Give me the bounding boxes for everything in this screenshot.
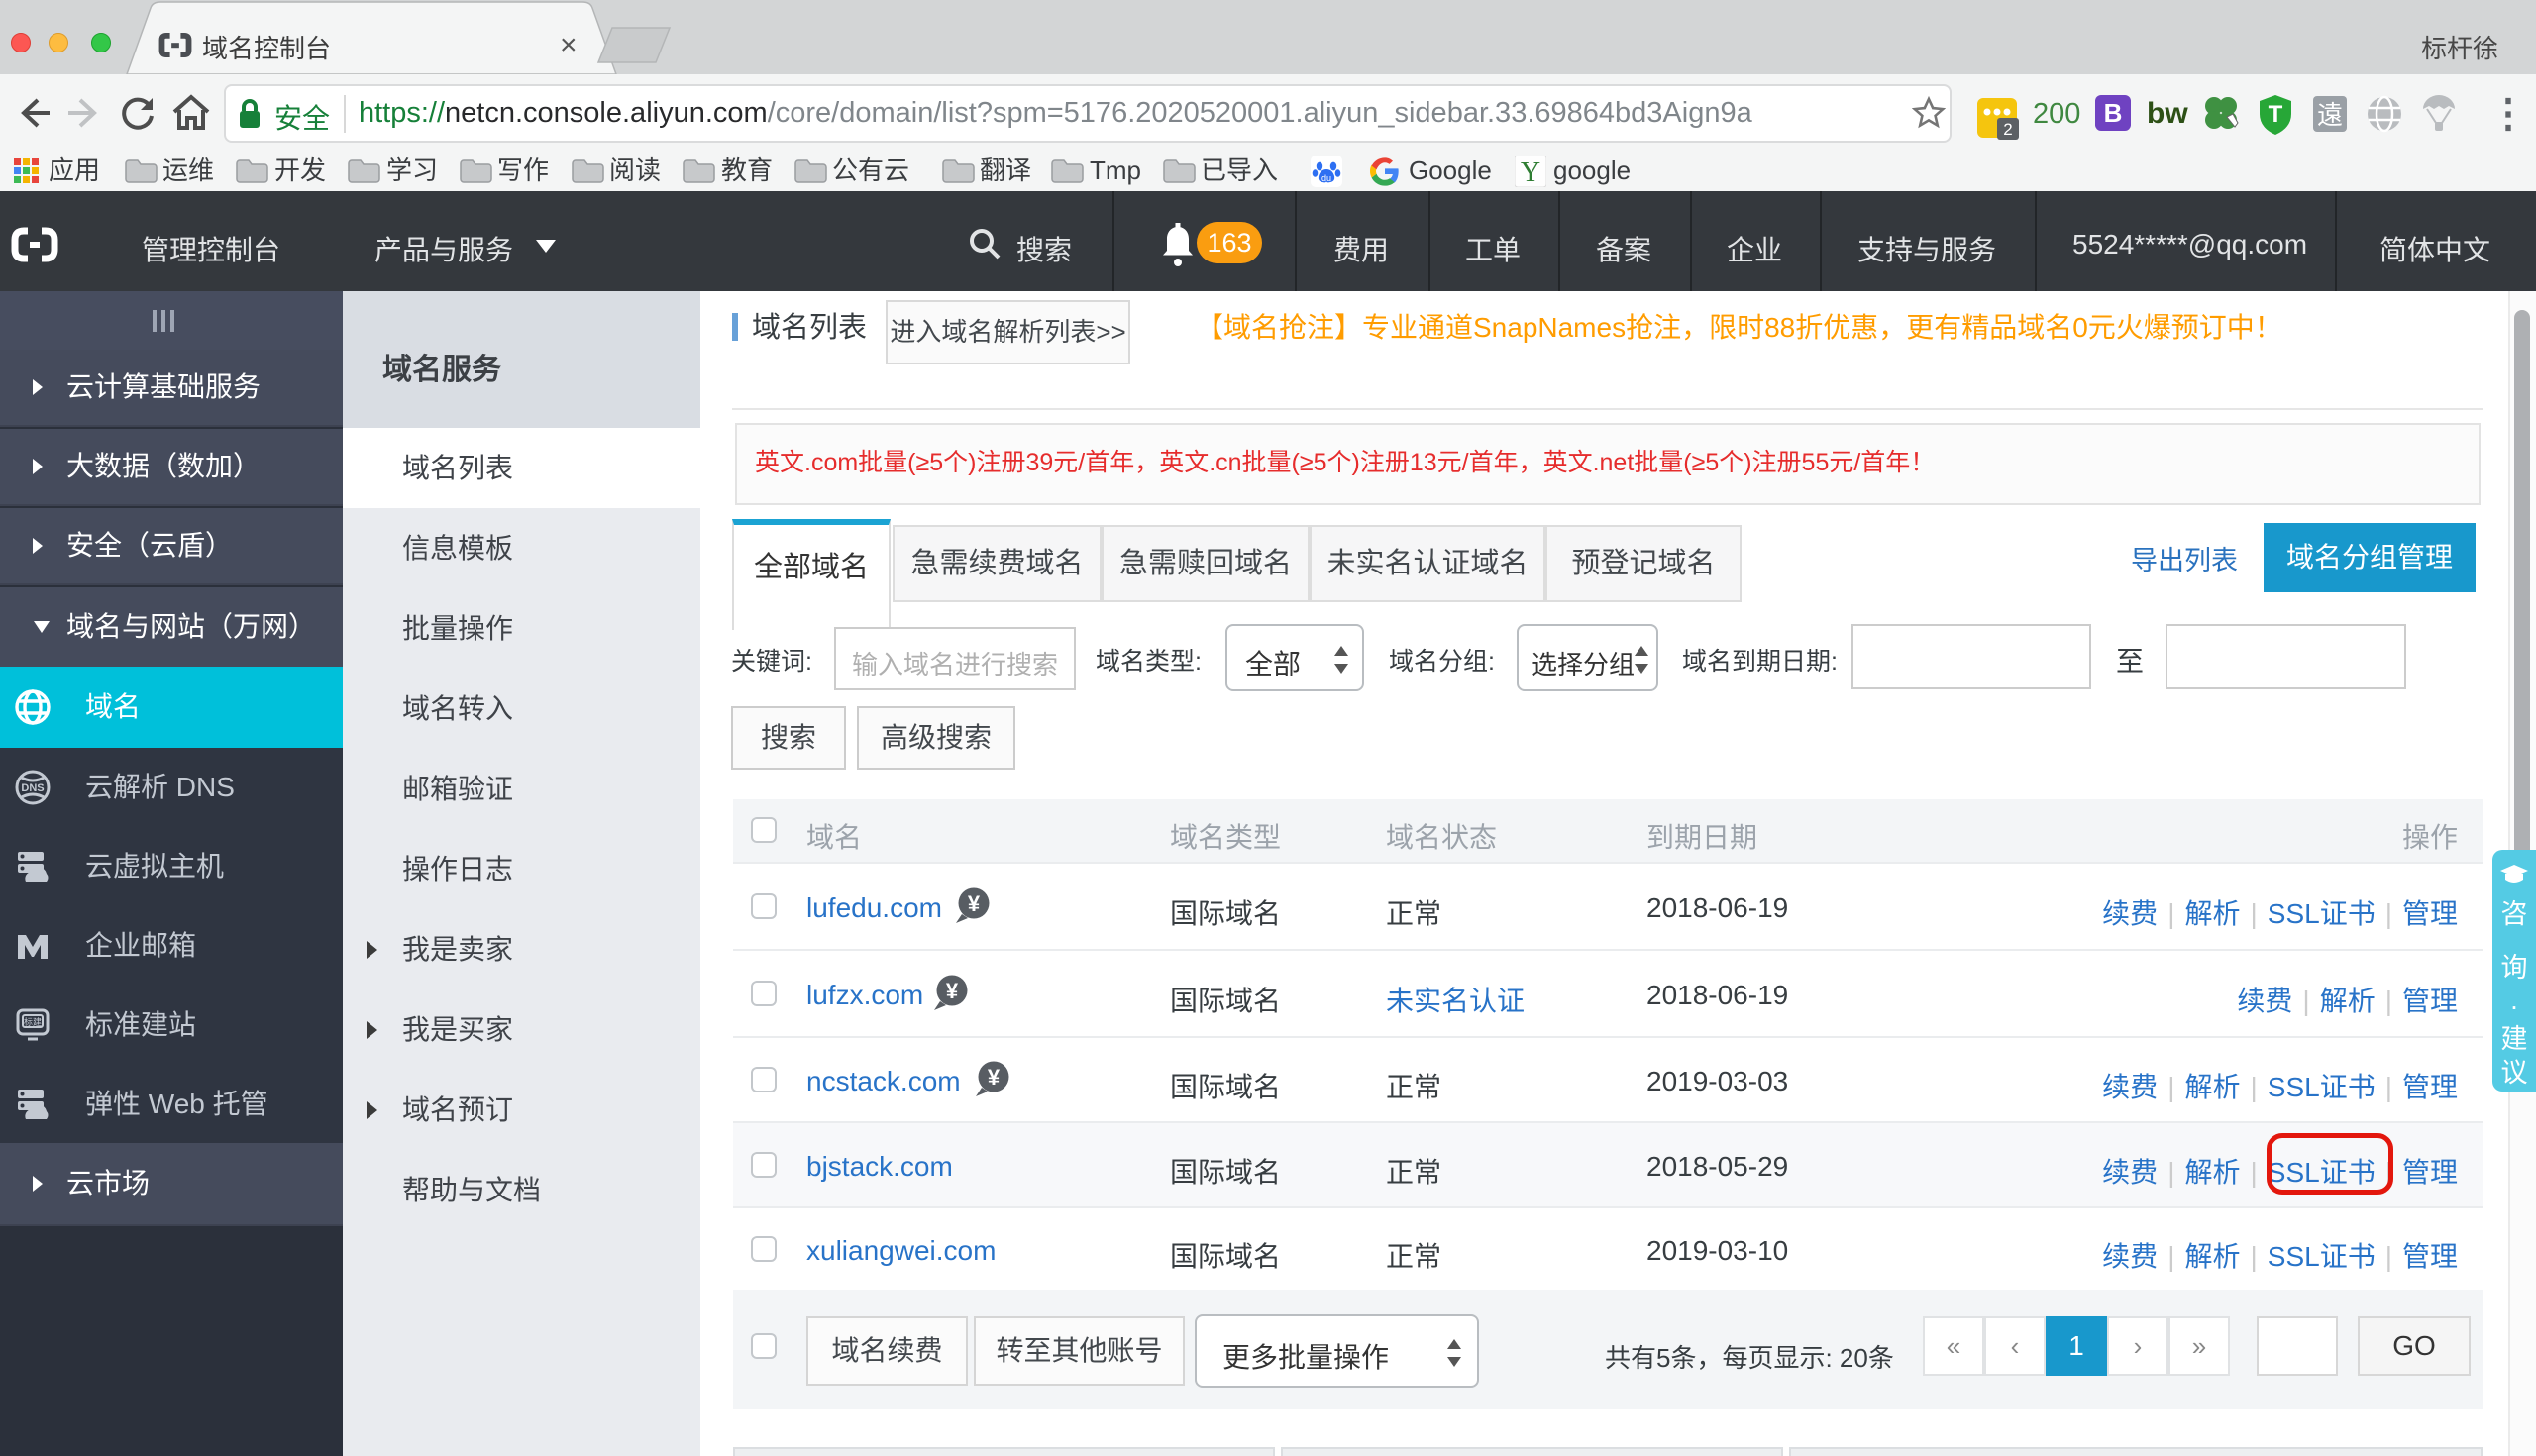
svg-text:标建: 标建: [24, 1016, 42, 1027]
svg-text:B: B: [2104, 98, 2123, 128]
svg-text:2: 2: [2003, 120, 2012, 139]
svg-text:Y: Y: [1521, 157, 1540, 187]
svg-text:¥: ¥: [988, 1065, 1001, 1090]
svg-text:T: T: [2269, 101, 2283, 128]
svg-text:du: du: [1321, 173, 1331, 183]
svg-text:¥: ¥: [946, 979, 959, 1003]
svg-text:DNS: DNS: [21, 782, 44, 794]
svg-text:¥: ¥: [968, 891, 981, 916]
svg-text:遠: 遠: [2317, 100, 2343, 130]
